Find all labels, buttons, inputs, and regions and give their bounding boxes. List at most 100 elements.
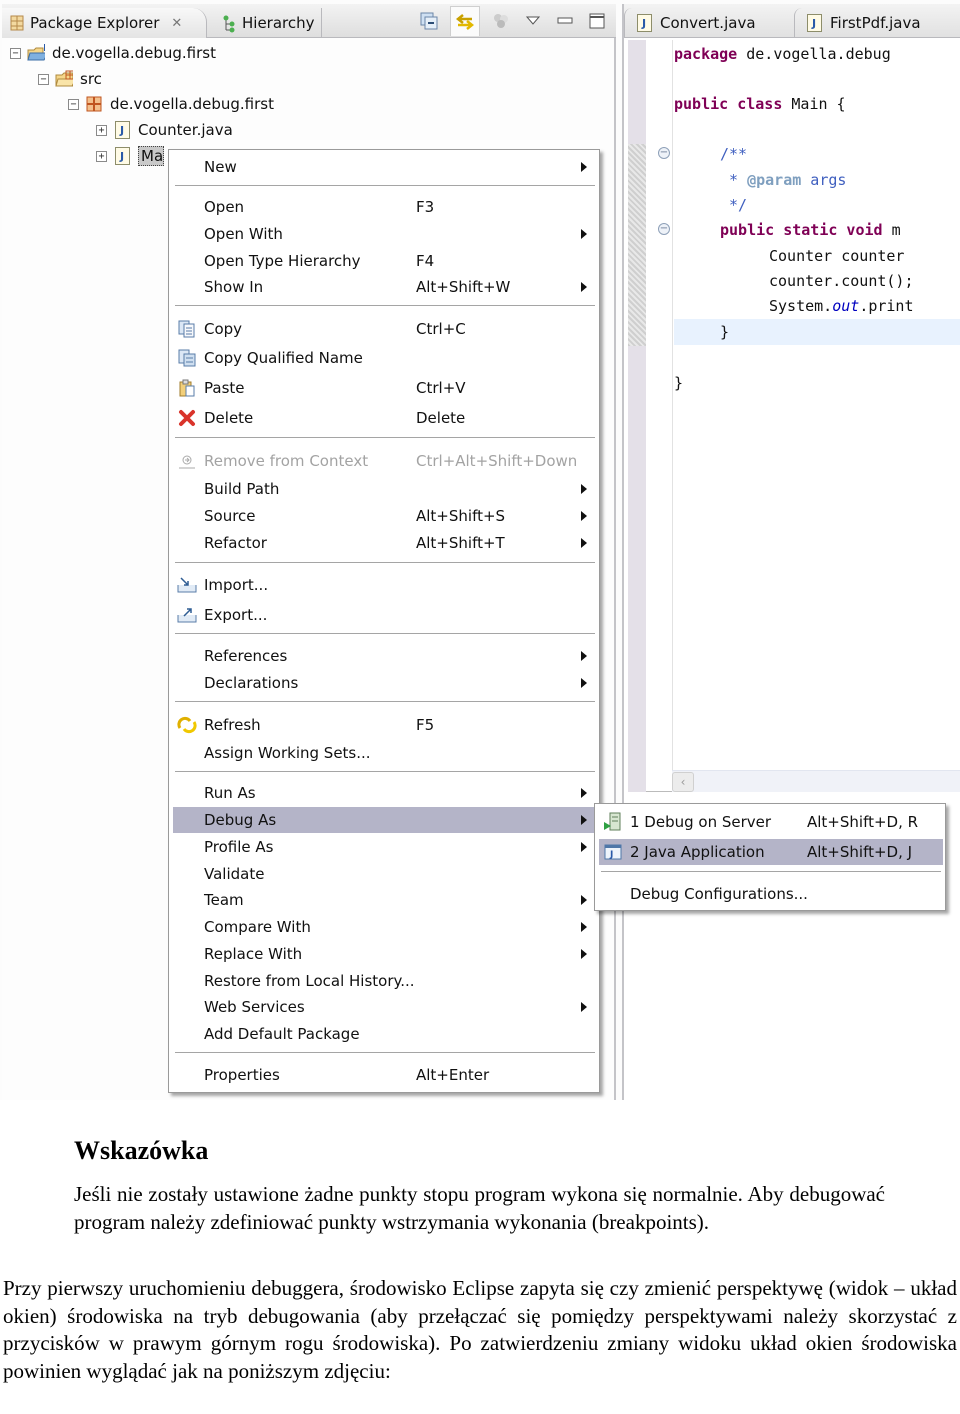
- menu-item-web-services[interactable]: Web Services: [173, 994, 597, 1020]
- java-file-icon: J: [805, 14, 823, 32]
- submenu-arrow-icon: [581, 1002, 587, 1012]
- menu-item-restore-from-local-history[interactable]: Restore from Local History...: [173, 968, 597, 994]
- tree-item-package[interactable]: − de.vogella.debug.first: [68, 93, 274, 115]
- horizontal-scrollbar[interactable]: ‹: [672, 770, 960, 792]
- menu-item-assign-working-sets[interactable]: Assign Working Sets...: [173, 740, 597, 766]
- submenu-arrow-icon: [581, 511, 587, 521]
- code-line: System.out.print: [769, 297, 914, 315]
- submenu-arrow-icon: [581, 678, 587, 688]
- menu-item-run-as[interactable]: Run As: [173, 780, 597, 806]
- collapse-toggle-icon[interactable]: −: [68, 98, 79, 110]
- note-body: Jeśli nie zostały ustawione żadne punkty…: [74, 1182, 885, 1234]
- editor-text-area[interactable]: package de.vogella.debug public class Ma…: [628, 40, 960, 792]
- gutter-divider: [672, 40, 673, 780]
- package-icon: [85, 95, 103, 113]
- context-menu: New Open F3 Open With Open Type Hierarchy…: [168, 149, 600, 1093]
- export-icon: [177, 605, 197, 625]
- scroll-left-icon[interactable]: ‹: [672, 772, 694, 792]
- link-with-editor-icon[interactable]: [450, 6, 480, 36]
- menu-item-open-type-hierarchy[interactable]: Open Type Hierarchy F4: [173, 248, 597, 274]
- menu-item-debug-as[interactable]: Debug As: [173, 807, 597, 833]
- java-editor: J Convert.java J FirstPdf.java package d…: [622, 4, 960, 1100]
- menu-item-team[interactable]: Team: [173, 887, 597, 913]
- menu-separator: [175, 185, 595, 187]
- tab-convert-java[interactable]: J Convert.java: [624, 8, 794, 38]
- tree-item-src[interactable]: − src: [38, 68, 102, 90]
- menu-item-new[interactable]: New: [173, 154, 597, 180]
- tree-item-counter-java[interactable]: + J Counter.java: [96, 119, 233, 141]
- tree-item-main-java[interactable]: + J Ma: [96, 145, 164, 167]
- menu-item-copy-qualified-name[interactable]: Copy Qualified Name: [173, 345, 597, 371]
- menu-item-debug-configurations[interactable]: Debug Configurations...: [599, 881, 943, 907]
- menu-separator: [601, 871, 941, 873]
- submenu-arrow-icon: [581, 842, 587, 852]
- code-line: * @param args: [720, 171, 847, 189]
- fold-collapse-icon[interactable]: −: [658, 223, 670, 235]
- menu-item-java-application[interactable]: J 2 Java Application Alt+Shift+D, J: [599, 839, 943, 865]
- expand-toggle-icon[interactable]: +: [96, 124, 107, 136]
- menu-separator: [175, 771, 595, 773]
- code-line: counter.count();: [769, 272, 914, 290]
- code-line: Counter counter: [769, 247, 914, 265]
- menu-item-debug-on-server[interactable]: 1 Debug on Server Alt+Shift+D, R: [599, 809, 943, 835]
- submenu-arrow-icon: [581, 229, 587, 239]
- menu-item-open-with[interactable]: Open With: [173, 221, 597, 247]
- menu-item-references[interactable]: References: [173, 643, 597, 669]
- fold-collapse-icon[interactable]: −: [658, 147, 670, 159]
- focus-on-active-task-icon[interactable]: [490, 10, 512, 32]
- menu-item-refactor[interactable]: Refactor Alt+Shift+T: [173, 530, 597, 556]
- minimize-icon[interactable]: [554, 10, 576, 32]
- close-icon[interactable]: ✕: [171, 16, 182, 31]
- tab-firstpdf-java[interactable]: J FirstPdf.java: [794, 8, 960, 38]
- menu-item-export[interactable]: Export...: [173, 602, 597, 628]
- menu-item-profile-as[interactable]: Profile As: [173, 834, 597, 860]
- svg-text:J: J: [609, 850, 613, 860]
- menu-item-build-path[interactable]: Build Path: [173, 476, 597, 502]
- expand-toggle-icon[interactable]: +: [96, 150, 107, 162]
- tab-label: FirstPdf.java: [830, 14, 921, 32]
- menu-separator: [175, 305, 595, 307]
- maximize-icon[interactable]: [586, 10, 608, 32]
- submenu-arrow-icon: [581, 538, 587, 548]
- menu-item-declarations[interactable]: Declarations: [173, 670, 597, 696]
- menu-item-refresh[interactable]: Refresh F5: [173, 712, 597, 738]
- refresh-icon: [177, 715, 197, 735]
- menu-item-copy[interactable]: Copy Ctrl+C: [173, 316, 597, 342]
- paste-icon: [177, 378, 197, 398]
- menu-item-import[interactable]: Import...: [173, 572, 597, 598]
- collapse-toggle-icon[interactable]: −: [38, 73, 49, 85]
- tree-item-project[interactable]: − de.vogella.debug.first: [10, 42, 216, 64]
- submenu-arrow-icon: [581, 282, 587, 292]
- tab-label: Hierarchy: [242, 14, 315, 32]
- java-file-icon: J: [113, 121, 131, 139]
- menu-item-replace-with[interactable]: Replace With: [173, 941, 597, 967]
- code-line: public class Main {: [674, 95, 846, 113]
- tab-package-explorer[interactable]: Package Explorer ✕: [2, 8, 207, 38]
- menu-item-show-in[interactable]: Show In Alt+Shift+W: [173, 274, 597, 300]
- menu-separator: [175, 701, 595, 703]
- java-file-icon: J: [635, 14, 653, 32]
- collapse-all-icon[interactable]: [418, 10, 440, 32]
- java-project-icon: [27, 44, 45, 62]
- debug-on-server-icon: [603, 812, 623, 832]
- menu-separator: [175, 562, 595, 564]
- eclipse-screenshot: Package Explorer ✕ Hierarchy − de.vogell…: [0, 0, 960, 1100]
- menu-item-compare-with[interactable]: Compare With: [173, 914, 597, 940]
- menu-item-paste[interactable]: Paste Ctrl+V: [173, 375, 597, 401]
- menu-separator: [175, 437, 595, 439]
- tree-label: Counter.java: [138, 121, 233, 139]
- package-explorer-tab-bar: Package Explorer ✕ Hierarchy: [2, 4, 616, 38]
- import-icon: [177, 575, 197, 595]
- menu-item-add-default-package[interactable]: Add Default Package: [173, 1021, 597, 1047]
- collapse-toggle-icon[interactable]: −: [10, 47, 21, 59]
- menu-item-delete[interactable]: Delete Delete: [173, 405, 597, 431]
- tab-hierarchy[interactable]: Hierarchy: [212, 8, 322, 38]
- view-menu-icon[interactable]: [522, 10, 544, 32]
- menu-item-properties[interactable]: Properties Alt+Enter: [173, 1062, 597, 1088]
- current-line-highlight: [674, 319, 960, 345]
- menu-item-open[interactable]: Open F3: [173, 194, 597, 220]
- editor-tab-bar: J Convert.java J FirstPdf.java: [624, 4, 960, 38]
- menu-item-source[interactable]: Source Alt+Shift+S: [173, 503, 597, 529]
- menu-item-validate[interactable]: Validate: [173, 861, 597, 887]
- body-paragraph: Przy pierwszy uruchomieniu debuggera, śr…: [3, 1276, 957, 1383]
